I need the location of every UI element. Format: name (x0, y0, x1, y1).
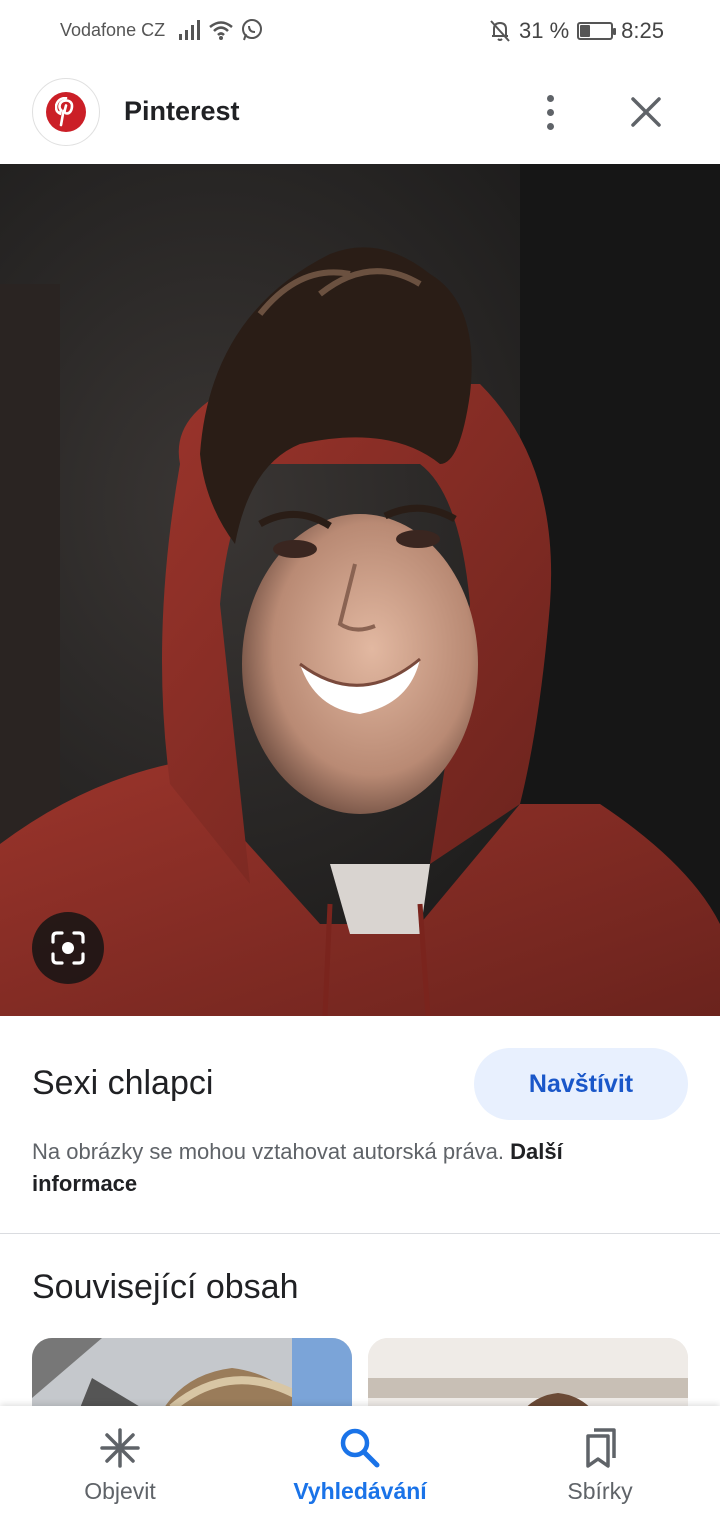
status-icons-left (178, 18, 264, 42)
close-icon[interactable] (622, 88, 670, 136)
whatsapp-icon (242, 19, 262, 41)
result-image[interactable] (0, 164, 720, 1016)
mute-bell-icon (490, 20, 510, 42)
source-name: Pinterest (124, 96, 240, 126)
visit-button[interactable]: Navštívit (474, 1048, 688, 1120)
nav-search-label: Vyhledávání (293, 1478, 427, 1504)
copyright-notice: Na obrázky se mohou vztahovat autorská p… (32, 1136, 632, 1200)
bookmarks-icon (586, 1428, 616, 1468)
pinterest-logo (32, 78, 100, 146)
related-content-title: Související obsah (32, 1268, 299, 1306)
nav-collections-label: Sbírky (567, 1478, 633, 1504)
status-icons-right: 31 % 8:25 (489, 18, 664, 44)
search-icon (340, 1428, 380, 1468)
battery-icon (577, 22, 617, 40)
wifi-icon (209, 21, 233, 40)
signal-icon (179, 20, 200, 40)
lens-icon[interactable] (32, 912, 104, 984)
asterisk-icon (100, 1428, 140, 1468)
portrait-image (0, 164, 720, 1016)
nav-discover[interactable]: Objevit (0, 1406, 240, 1520)
status-bar: Vodafone CZ 31 % 8:25 (0, 0, 720, 62)
nav-discover-label: Objevit (84, 1478, 156, 1504)
battery-percentage: 31 % (519, 18, 570, 43)
copyright-text: Na obrázky se mohou vztahovat autorská p… (32, 1139, 511, 1164)
nav-search[interactable]: Vyhledávání (240, 1406, 480, 1520)
nav-collections[interactable]: Sbírky (480, 1406, 720, 1520)
source-header: Pinterest (0, 76, 720, 148)
bottom-navigation: Objevit Vyhledávání Sbírky (0, 1406, 720, 1520)
battery-level-fill (580, 25, 591, 37)
image-title: Sexi chlapci (32, 1064, 214, 1102)
pinterest-p-icon (46, 92, 86, 132)
more-options-icon[interactable] (528, 86, 572, 138)
clock: 8:25 (621, 18, 664, 43)
image-info: Sexi chlapci Navštívit Na obrázky se moh… (0, 1016, 720, 1234)
carrier-name: Vodafone CZ (60, 20, 166, 40)
